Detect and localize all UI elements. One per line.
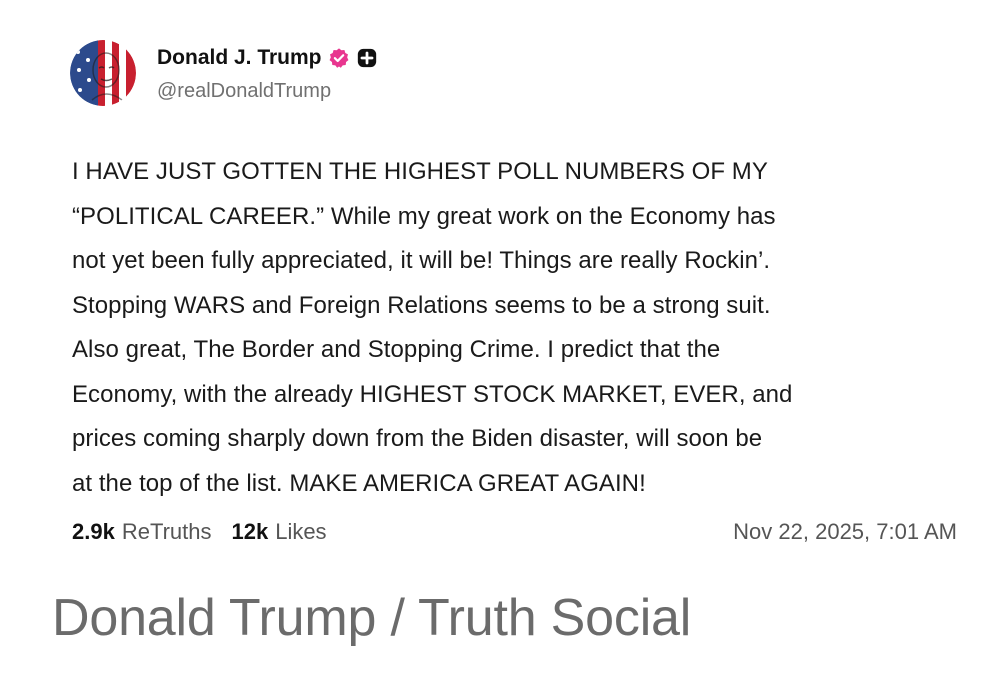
plus-shield-icon xyxy=(356,47,378,69)
likes-count: 12k xyxy=(231,519,269,544)
post-body: I HAVE JUST GOTTEN THE HIGHEST POLL NUMB… xyxy=(72,158,793,497)
author-handle[interactable]: @realDonaldTrump xyxy=(157,80,331,103)
post-timestamp[interactable]: Nov 22, 2025, 7:01 AM xyxy=(733,519,957,545)
verified-badge-icon xyxy=(328,47,350,69)
truth-social-post: Donald J. Trump @realDonaldTrump I HAVE … xyxy=(0,0,1000,575)
post-stats: 2.9k ReTruths 12k Likes xyxy=(72,519,327,545)
author-name[interactable]: Donald J. Trump xyxy=(157,46,322,70)
retruths-count: 2.9k xyxy=(72,519,115,544)
retruths-stat[interactable]: 2.9k ReTruths xyxy=(72,519,211,545)
avatar[interactable] xyxy=(70,40,136,106)
likes-stat[interactable]: 12k Likes xyxy=(231,519,326,545)
author-row: Donald J. Trump xyxy=(157,44,378,72)
flag-portrait-avatar-icon xyxy=(70,40,136,106)
likes-label: Likes xyxy=(275,519,327,544)
retruths-label: ReTruths xyxy=(121,519,212,544)
image-caption: Donald Trump / Truth Social xyxy=(52,589,692,647)
